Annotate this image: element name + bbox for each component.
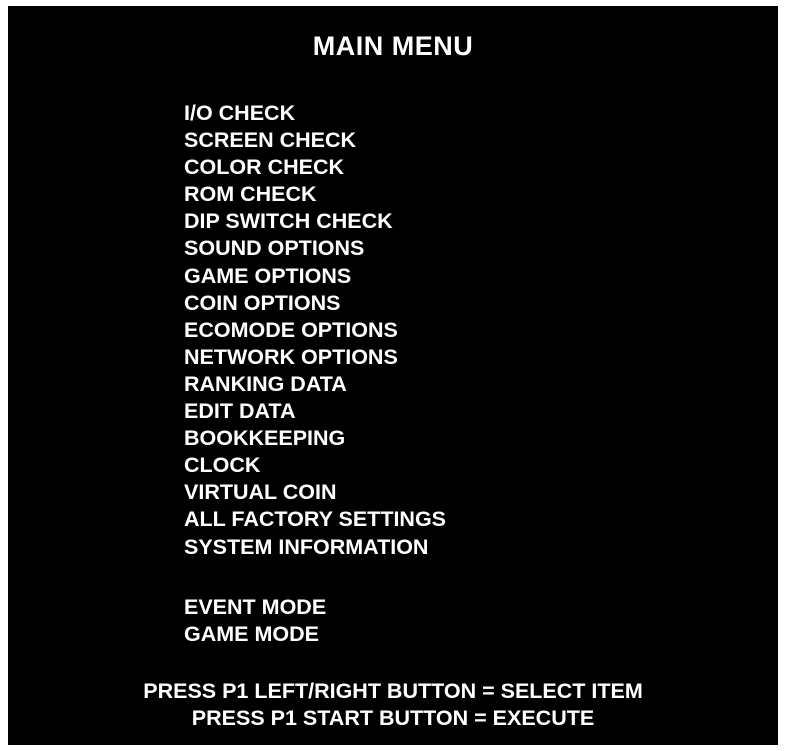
menu-item-virtual-coin[interactable]: VIRTUAL COIN [184, 479, 446, 506]
menu-item-event-mode[interactable]: EVENT MODE [184, 594, 326, 621]
main-menu-list: I/O CHECK SCREEN CHECK COLOR CHECK ROM C… [184, 100, 446, 561]
menu-item-all-factory-settings[interactable]: ALL FACTORY SETTINGS [184, 506, 446, 533]
menu-item-system-information[interactable]: SYSTEM INFORMATION [184, 534, 446, 561]
menu-item-io-check[interactable]: I/O CHECK [184, 100, 446, 127]
menu-item-game-mode[interactable]: GAME MODE [184, 621, 326, 648]
instruction-select: PRESS P1 LEFT/RIGHT BUTTON = SELECT ITEM [143, 679, 643, 703]
menu-item-sound-options[interactable]: SOUND OPTIONS [184, 235, 446, 262]
menu-item-ecomode-options[interactable]: ECOMODE OPTIONS [184, 317, 446, 344]
menu-item-game-options[interactable]: GAME OPTIONS [184, 263, 446, 290]
menu-item-coin-options[interactable]: COIN OPTIONS [184, 290, 446, 317]
menu-item-edit-data[interactable]: EDIT DATA [184, 398, 446, 425]
menu-item-rom-check[interactable]: ROM CHECK [184, 181, 446, 208]
menu-item-ranking-data[interactable]: RANKING DATA [184, 371, 446, 398]
menu-item-bookkeeping[interactable]: BOOKKEEPING [184, 425, 446, 452]
menu-item-color-check[interactable]: COLOR CHECK [184, 154, 446, 181]
test-menu-screen: MAIN MENU I/O CHECK SCREEN CHECK COLOR C… [8, 6, 778, 745]
menu-item-dip-switch-check[interactable]: DIP SWITCH CHECK [184, 208, 446, 235]
mode-menu-list: EVENT MODE GAME MODE [184, 594, 326, 648]
instruction-execute: PRESS P1 START BUTTON = EXECUTE [191, 706, 595, 730]
menu-title: MAIN MENU [312, 31, 474, 61]
menu-item-screen-check[interactable]: SCREEN CHECK [184, 127, 446, 154]
menu-item-network-options[interactable]: NETWORK OPTIONS [184, 344, 446, 371]
menu-item-clock[interactable]: CLOCK [184, 452, 446, 479]
